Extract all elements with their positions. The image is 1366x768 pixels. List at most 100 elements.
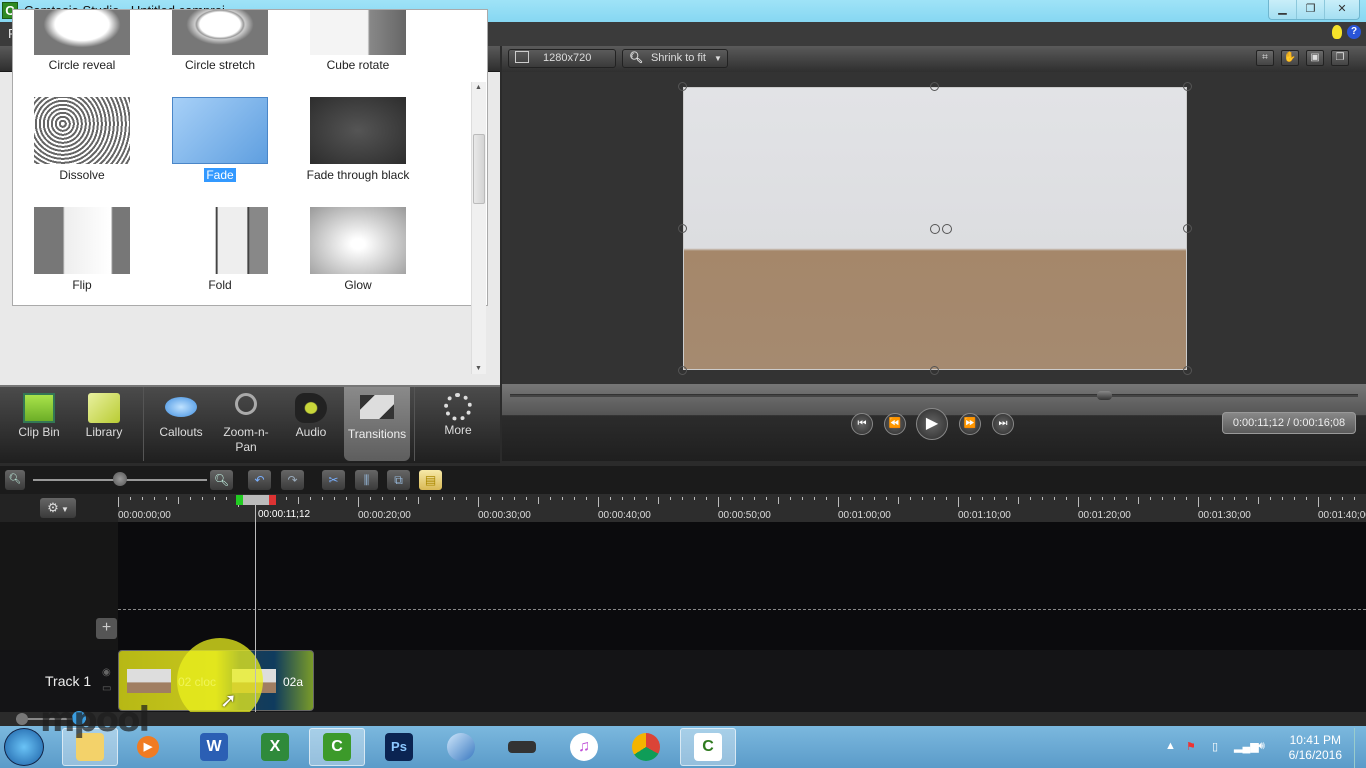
- taskbar-camtasia-recorder[interactable]: C: [680, 728, 736, 766]
- center-handle[interactable]: [942, 224, 952, 234]
- tip-bulb-icon[interactable]: [1332, 25, 1342, 39]
- close-button[interactable]: ✕: [1325, 0, 1359, 19]
- resize-handle[interactable]: [1183, 224, 1192, 233]
- maximize-button[interactable]: ❐: [1297, 0, 1325, 19]
- skip-back-button[interactable]: ⏮: [851, 413, 873, 435]
- help-icon[interactable]: ?: [1347, 25, 1361, 39]
- video-frame[interactable]: [678, 82, 1192, 375]
- tab-zoom-n-pan[interactable]: Zoom-n-Pan: [213, 387, 279, 461]
- transition-thumb-cube-rotate[interactable]: [310, 10, 406, 55]
- playhead-marker[interactable]: [236, 495, 276, 505]
- tab-label: Callouts: [159, 425, 203, 439]
- scroll-down-icon[interactable]: ▼: [475, 365, 482, 372]
- show-hidden-icons[interactable]: ▲: [1165, 740, 1176, 752]
- taskbar-itunes[interactable]: ♫: [556, 728, 612, 766]
- start-button[interactable]: [4, 728, 44, 766]
- transitions-scrollbar[interactable]: ▲ ▼: [471, 82, 486, 374]
- tab-more[interactable]: More: [425, 387, 491, 461]
- ruler-minor-tick: [790, 497, 791, 500]
- zoom-in-icon[interactable]: 🔍︎: [210, 470, 233, 490]
- transition-thumb-fade[interactable]: [172, 97, 268, 164]
- transition-label[interactable]: Glow: [288, 278, 428, 292]
- ruler-minor-tick: [538, 497, 539, 504]
- paste-icon[interactable]: ▤: [419, 470, 442, 490]
- tab-library[interactable]: Library: [71, 387, 137, 461]
- undo-icon[interactable]: ↶: [248, 470, 271, 490]
- skip-forward-button[interactable]: ⏭: [992, 413, 1014, 435]
- transition-thumb-glow[interactable]: [310, 207, 406, 274]
- tab-audio[interactable]: Audio: [278, 387, 344, 461]
- timeline-scroll-strip[interactable]: [0, 712, 1366, 726]
- seek-bar[interactable]: [510, 394, 1358, 397]
- action-center-flag-icon[interactable]: ⚑: [1186, 740, 1196, 753]
- word-icon: W: [200, 733, 228, 761]
- taskbar-word[interactable]: W: [186, 728, 242, 766]
- transition-label[interactable]: Circle stretch: [150, 58, 290, 72]
- transition-label[interactable]: Cube rotate: [288, 58, 428, 72]
- taskbar-photoshop[interactable]: Ps: [371, 728, 427, 766]
- scrollbar-thumb[interactable]: [473, 134, 485, 204]
- taskbar-projector[interactable]: [494, 728, 550, 766]
- signal-icon[interactable]: ▂▄▆: [1234, 740, 1259, 753]
- mouse-cursor-icon: ➚: [220, 690, 237, 712]
- resize-handle[interactable]: [678, 224, 687, 233]
- zoom-out-icon[interactable]: 🔍︎: [5, 470, 25, 490]
- fullscreen-icon[interactable]: ▣: [1306, 50, 1324, 66]
- resize-handle[interactable]: [930, 82, 939, 91]
- transition-label[interactable]: Fade through black: [288, 168, 428, 182]
- cut-icon[interactable]: ✂: [322, 470, 345, 490]
- add-track-button[interactable]: +: [96, 618, 117, 639]
- track-settings-button[interactable]: ⚙ ▼: [40, 498, 76, 518]
- dimensions-button[interactable]: 1280x720: [508, 49, 616, 68]
- timeline-ruler[interactable]: 00:00:00;00 00:00:20;00 00:00:30;00 00:00:4…: [0, 494, 1366, 522]
- system-clock[interactable]: 10:41 PM 6/16/2016: [1289, 733, 1342, 763]
- tab-transitions[interactable]: Transitions: [344, 387, 410, 461]
- visibility-eye-icon[interactable]: ◉: [102, 667, 111, 678]
- play-button[interactable]: ▶: [916, 408, 948, 440]
- resize-handle[interactable]: [678, 366, 687, 375]
- transition-label-selected[interactable]: Fade: [150, 168, 290, 182]
- playhead-line[interactable]: [255, 497, 256, 712]
- pan-hand-icon[interactable]: ✋: [1281, 50, 1299, 66]
- transition-thumb-flip[interactable]: [34, 207, 130, 274]
- zoom-dropdown[interactable]: 🔍︎ Shrink to fit ▼: [622, 49, 728, 68]
- resize-handle[interactable]: [1183, 82, 1192, 91]
- resize-handle[interactable]: [1183, 366, 1192, 375]
- transition-thumb-circle-reveal[interactable]: [34, 10, 130, 55]
- transition-label[interactable]: Circle reveal: [13, 58, 152, 72]
- rewind-button[interactable]: ⏪: [884, 413, 906, 435]
- battery-icon[interactable]: ▯: [1212, 740, 1218, 753]
- taskbar-network-tool[interactable]: [433, 728, 489, 766]
- ruler-minor-tick: [562, 497, 563, 500]
- scroll-up-icon[interactable]: ▲: [475, 84, 482, 91]
- fast-forward-button[interactable]: ⏩: [959, 413, 981, 435]
- tab-callouts[interactable]: Callouts: [148, 387, 214, 461]
- lock-icon[interactable]: ▭: [102, 683, 111, 694]
- detach-icon[interactable]: ❐: [1331, 50, 1349, 66]
- transition-label[interactable]: Flip: [13, 278, 152, 292]
- minimize-button[interactable]: ▁: [1269, 0, 1297, 19]
- transition-thumb-fade-through-black[interactable]: [310, 97, 406, 164]
- timeline-zoom-knob[interactable]: [113, 472, 127, 486]
- transition-label[interactable]: Fold: [150, 278, 290, 292]
- crop-icon[interactable]: ⌗: [1256, 50, 1274, 66]
- taskbar-excel[interactable]: X: [247, 728, 303, 766]
- copy-icon[interactable]: ⧉: [387, 470, 410, 490]
- transition-thumb-circle-stretch[interactable]: [172, 10, 268, 55]
- ruler-minor-tick: [1018, 497, 1019, 504]
- split-icon[interactable]: ⫼: [355, 470, 378, 490]
- resize-handle[interactable]: [930, 366, 939, 375]
- seek-knob[interactable]: [1096, 391, 1112, 400]
- taskbar-camtasia-studio[interactable]: C: [309, 728, 365, 766]
- tab-clip-bin[interactable]: Clip Bin: [6, 387, 72, 461]
- transition-label[interactable]: Dissolve: [13, 168, 152, 182]
- transition-thumb-fold[interactable]: [172, 207, 268, 274]
- taskbar-chrome[interactable]: [618, 728, 674, 766]
- track-height-knob[interactable]: [16, 713, 28, 725]
- transition-thumb-dissolve[interactable]: [34, 97, 130, 164]
- rotate-handle[interactable]: [930, 224, 940, 234]
- resize-handle[interactable]: [678, 82, 687, 91]
- show-desktop-button[interactable]: [1354, 728, 1366, 768]
- volume-icon[interactable]: 🔊︎: [1258, 740, 1265, 753]
- redo-icon[interactable]: ↷: [281, 470, 304, 490]
